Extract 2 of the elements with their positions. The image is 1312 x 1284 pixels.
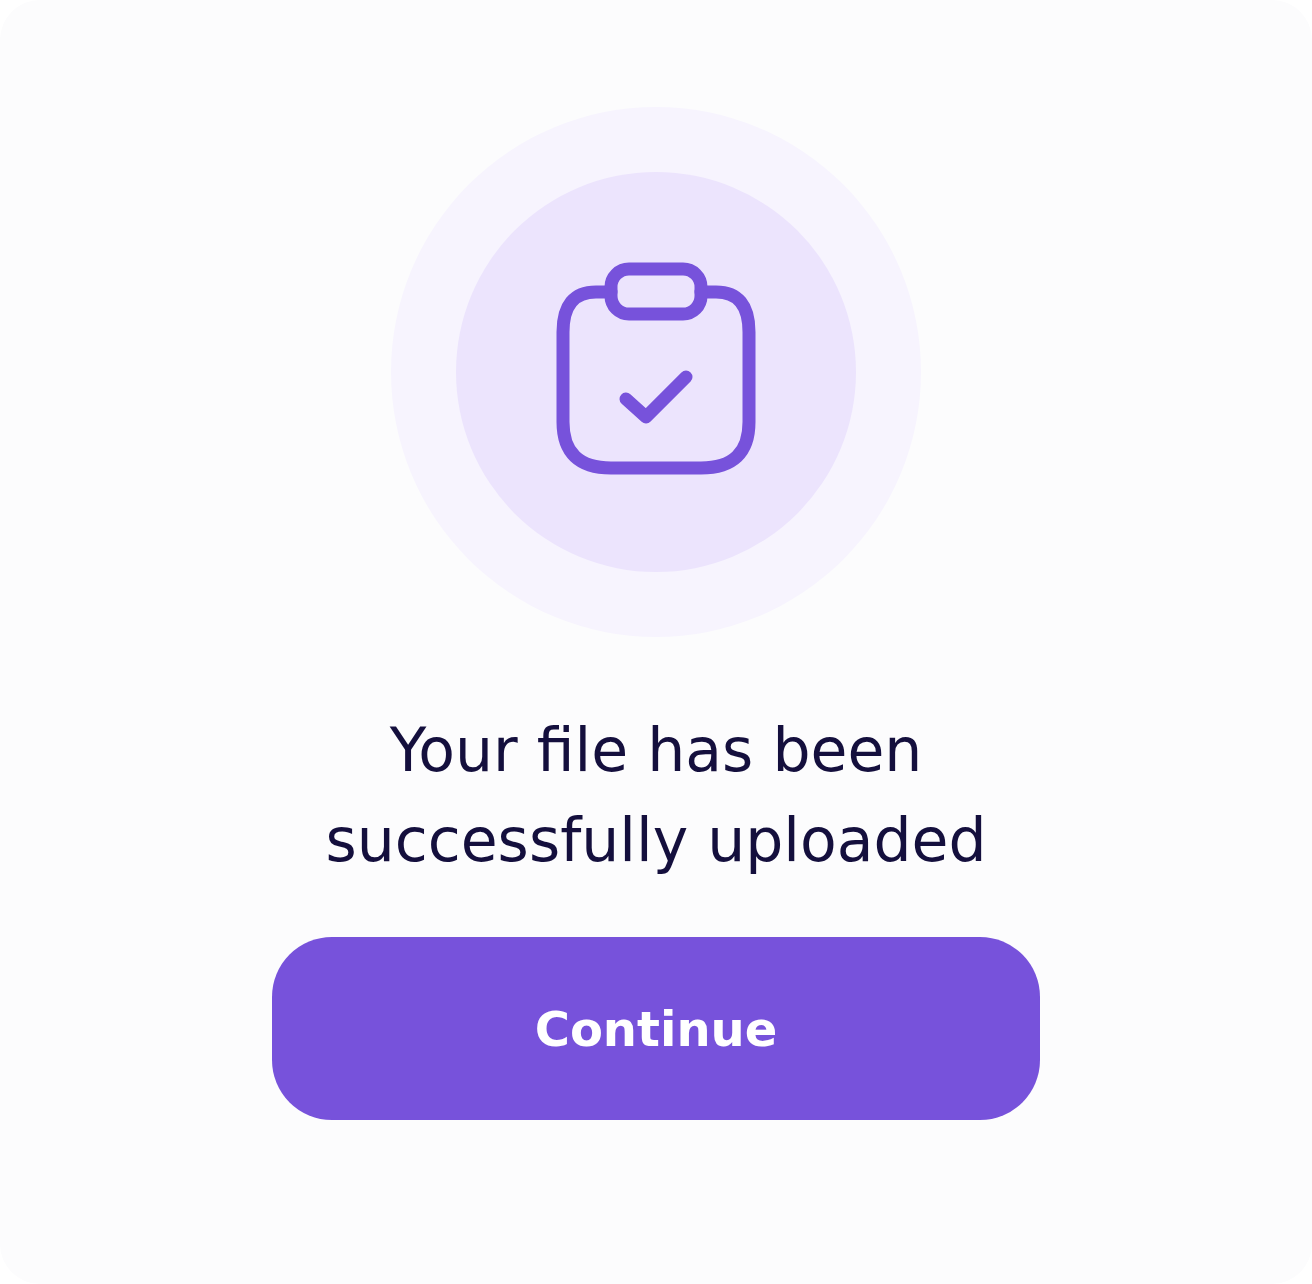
success-message: Your file has been successfully uploaded: [324, 714, 988, 877]
continue-button[interactable]: Continue: [272, 937, 1040, 1120]
